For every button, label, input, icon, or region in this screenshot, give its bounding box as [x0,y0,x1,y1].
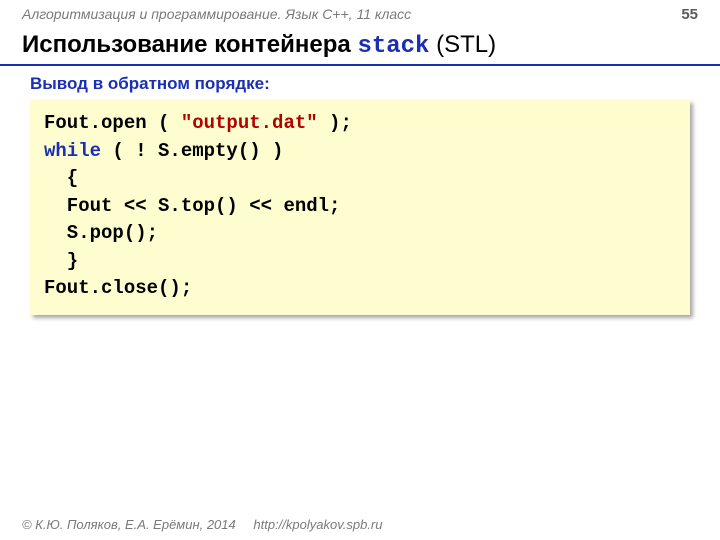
course-label: Алгоритмизация и программирование. Язык … [22,6,411,22]
code-block: Fout.open ( "output.dat" ); while ( ! S.… [30,100,690,315]
code-l5: S.pop(); [44,222,158,244]
code-keyword-while: while [44,140,101,162]
title-pre: Использование контейнера [22,31,357,58]
code-l7: Fout.close(); [44,277,192,299]
code-string: "output.dat" [181,112,318,134]
section-subhead: Вывод в обратном порядке: [0,66,720,100]
code-l2a: ( ! S.empty() ) [101,140,283,162]
page-number: 55 [681,6,698,23]
footer-url: http://kpolyakov.spb.ru [253,517,382,532]
copyright: © К.Ю. Поляков, Е.А. Ерёмин, 2014 [22,517,236,532]
slide-header: Алгоритмизация и программирование. Язык … [0,0,720,25]
title-mono: stack [357,33,429,60]
slide-title: Использование контейнера stack (STL) [0,25,720,66]
title-post: (STL) [429,31,496,58]
code-l1b: ); [318,112,352,134]
code-l4: Fout << S.top() << endl; [44,195,340,217]
code-l3: { [44,167,78,189]
code-l1a: Fout.open ( [44,112,181,134]
slide-footer: © К.Ю. Поляков, Е.А. Ерёмин, 2014 http:/… [22,517,382,532]
code-l6: } [44,250,78,272]
